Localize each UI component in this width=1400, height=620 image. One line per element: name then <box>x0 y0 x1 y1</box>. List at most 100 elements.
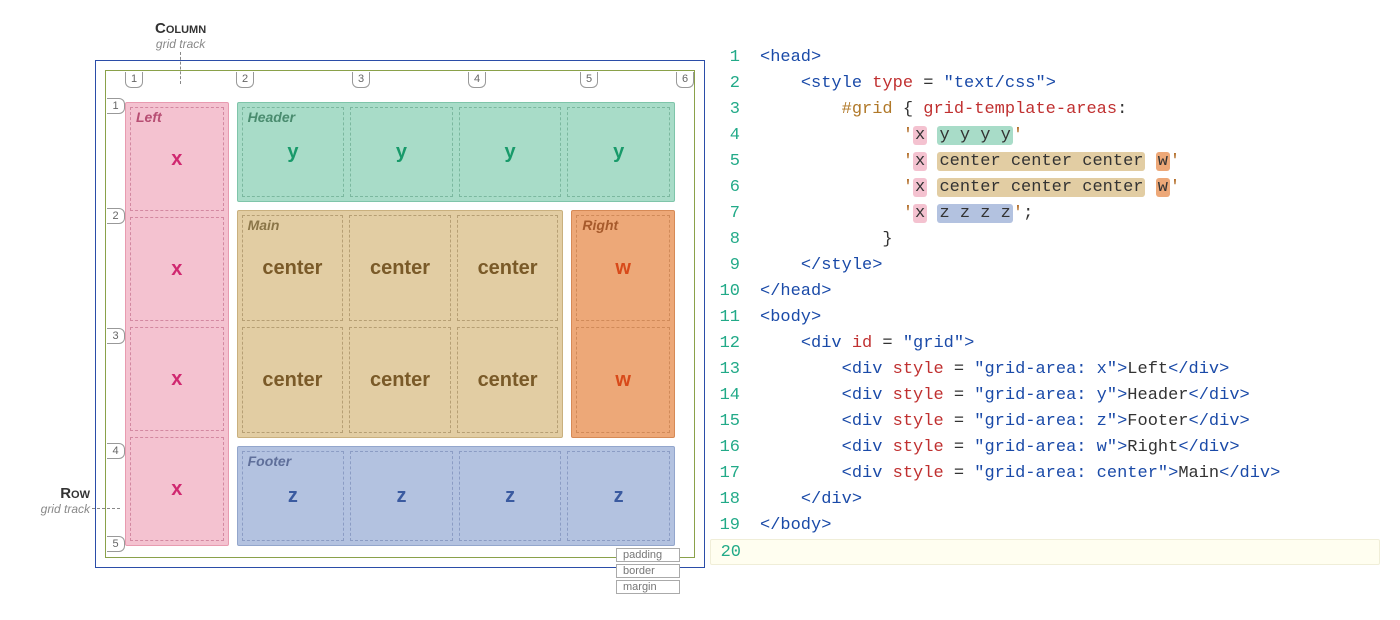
code-line: 14 <div style = "grid-area: y">Header</d… <box>710 383 1380 409</box>
code-content: 'x y y y y' <box>760 123 1023 149</box>
code-content: 'x z z z z'; <box>760 201 1033 227</box>
column-axis-label: Column grid track <box>155 20 206 51</box>
line-number: 15 <box>710 409 740 435</box>
code-content: #grid { grid-template-areas: <box>760 97 1127 123</box>
col-line-3: 3 <box>352 72 370 88</box>
code-line: 7 'x z z z z'; <box>710 201 1380 227</box>
code-content: </head> <box>760 279 831 305</box>
column-name: Column <box>155 20 206 37</box>
line-number: 11 <box>710 305 740 331</box>
col-line-5: 5 <box>580 72 598 88</box>
column-track-label: grid track <box>155 37 206 51</box>
code-content: </style> <box>760 253 882 279</box>
code-line: 18 </div> <box>710 487 1380 513</box>
cell-center: center <box>349 327 451 433</box>
code-line: 3 #grid { grid-template-areas: <box>710 97 1380 123</box>
line-number: 8 <box>710 227 740 253</box>
code-content: } <box>760 227 893 253</box>
code-line: 10 </head> <box>710 279 1380 305</box>
code-content: <div id = "grid"> <box>760 331 974 357</box>
cell-z: z <box>459 451 562 541</box>
code-line: 8 } <box>710 227 1380 253</box>
code-content: <div style = "grid-area: center">Main</d… <box>760 461 1280 487</box>
line-number: 19 <box>710 513 740 539</box>
cell-center: center <box>349 215 451 321</box>
cell-y: y <box>242 107 345 197</box>
code-line: 5 'x center center center w' <box>710 149 1380 175</box>
col-line-2: 2 <box>236 72 254 88</box>
code-content: 'x center center center w' <box>760 149 1180 175</box>
code-content: <div style = "grid-area: x">Left</div> <box>760 357 1229 383</box>
cell-y: y <box>567 107 670 197</box>
line-number: 12 <box>710 331 740 357</box>
line-number: 6 <box>710 175 740 201</box>
line-number: 2 <box>710 71 740 97</box>
region-footer: Footer z z z z <box>237 446 675 546</box>
code-line: 11 <body> <box>710 305 1380 331</box>
code-line: 19 </body> <box>710 513 1380 539</box>
code-content: 'x center center center w' <box>760 175 1180 201</box>
cell-center: center <box>242 327 344 433</box>
code-line: 15 <div style = "grid-area: z">Footer</d… <box>710 409 1380 435</box>
cell-x: x <box>130 107 224 211</box>
code-content: <div style = "grid-area: y">Header</div> <box>760 383 1250 409</box>
cell-center: center <box>242 215 344 321</box>
region-main: Main center center center center center … <box>237 210 564 438</box>
code-line: 1 <head> <box>710 45 1380 71</box>
legend-padding: padding <box>616 548 680 562</box>
line-number: 17 <box>710 461 740 487</box>
code-line: 16 <div style = "grid-area: w">Right</di… <box>710 435 1380 461</box>
line-number: 3 <box>710 97 740 123</box>
cell-w: w <box>576 215 670 321</box>
code-line: 20 <box>710 539 1380 565</box>
row-track-label: grid track <box>20 502 90 516</box>
line-number: 18 <box>710 487 740 513</box>
line-number: 16 <box>710 435 740 461</box>
code-content: <body> <box>760 305 821 331</box>
line-number: 9 <box>710 253 740 279</box>
line-number: 1 <box>710 45 740 71</box>
line-number: 10 <box>710 279 740 305</box>
line-number: 20 <box>711 540 741 564</box>
legend-border: border <box>616 564 680 578</box>
row-axis-label: Row grid track <box>20 485 90 516</box>
cell-center: center <box>457 215 559 321</box>
region-right: Right w w <box>571 210 675 438</box>
cell-z: z <box>350 451 453 541</box>
code-panel: 1<head>2 <style type = "text/css">3 #gri… <box>710 20 1380 600</box>
code-line: 4 'x y y y y' <box>710 123 1380 149</box>
line-number: 4 <box>710 123 740 149</box>
col-line-4: 4 <box>468 72 486 88</box>
cell-x: x <box>130 327 224 431</box>
code-line: 12 <div id = "grid"> <box>710 331 1380 357</box>
line-number: 5 <box>710 149 740 175</box>
code-line: 9 </style> <box>710 253 1380 279</box>
grid-container: Left x x x x Header y y y y Main <box>117 94 683 546</box>
code-line: 2 <style type = "text/css"> <box>710 71 1380 97</box>
code-line: 6 'x center center center w' <box>710 175 1380 201</box>
code-content: <style type = "text/css"> <box>760 71 1056 97</box>
legend-margin: margin <box>616 580 680 594</box>
col-line-1: 1 <box>125 72 143 88</box>
cell-w: w <box>576 327 670 433</box>
region-header: Header y y y y <box>237 102 675 202</box>
code-line: 13 <div style = "grid-area: x">Left</div… <box>710 357 1380 383</box>
grid-diagram: Column grid track Row grid track 1 2 3 4… <box>20 20 680 600</box>
line-number: 7 <box>710 201 740 227</box>
cell-y: y <box>350 107 453 197</box>
code-content: <div style = "grid-area: w">Right</div> <box>760 435 1240 461</box>
code-content: <head> <box>760 45 821 71</box>
cell-center: center <box>457 327 559 433</box>
cell-x: x <box>130 437 224 541</box>
cell-z: z <box>242 451 345 541</box>
col-line-6: 6 <box>676 72 694 88</box>
cell-z: z <box>567 451 670 541</box>
code-content: <div style = "grid-area: z">Footer</div> <box>760 409 1250 435</box>
row-name: Row <box>20 485 90 502</box>
code-content: </div> <box>760 487 862 513</box>
code-content: </body> <box>760 513 831 539</box>
line-number: 13 <box>710 357 740 383</box>
code-line: 17 <div style = "grid-area: center">Main… <box>710 461 1380 487</box>
line-number: 14 <box>710 383 740 409</box>
region-left: Left x x x x <box>125 102 229 546</box>
